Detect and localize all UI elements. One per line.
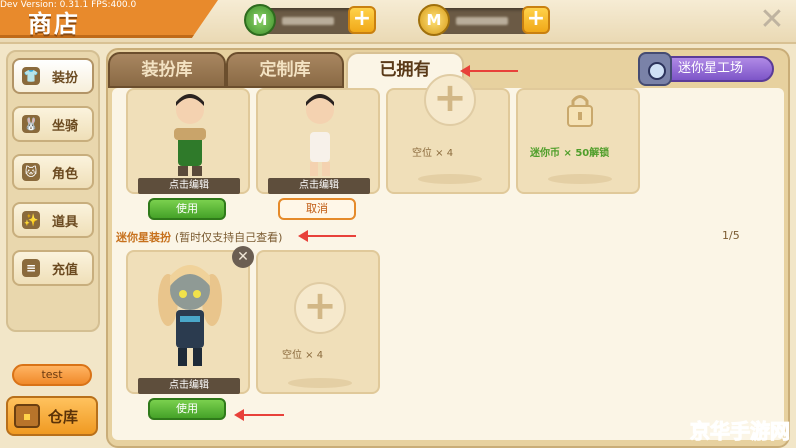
- shirt-icon: 👕: [22, 67, 40, 85]
- warehouse-label: 仓库: [48, 407, 79, 426]
- sidebar-item-props[interactable]: ✨ 道具: [12, 202, 94, 238]
- sidebar-item-label: 坐骑: [52, 118, 79, 134]
- workshop-label: 迷你星工场: [678, 61, 744, 76]
- empty-slot-card[interactable]: + 空位 × 4: [256, 250, 380, 394]
- character-icon: 🐱: [22, 163, 40, 181]
- section-title-text: 迷你星装扮: [116, 231, 171, 244]
- sidebar-item-label: 装扮: [52, 70, 79, 86]
- slot-shadow: [288, 378, 352, 388]
- chest-icon: [14, 404, 40, 428]
- tab-custom-library[interactable]: 定制库: [226, 52, 344, 88]
- empty-slot-label: 空位 × 4: [412, 148, 454, 159]
- edit-label: 点击编辑: [268, 178, 370, 194]
- empty-slot-label: 空位 × 4: [282, 350, 324, 361]
- use-button[interactable]: 使用: [148, 198, 226, 220]
- avatar: [174, 94, 206, 176]
- watermark: 京华手游网: [690, 419, 791, 444]
- item-icon: ✨: [22, 211, 40, 229]
- annotation-arrow: [234, 409, 284, 421]
- page-indicator: 1/5: [722, 229, 740, 242]
- add-gold-currency-button[interactable]: +: [522, 6, 550, 34]
- cancel-button[interactable]: 取消: [278, 198, 356, 220]
- gold-coin-icon: M: [418, 4, 450, 36]
- dev-info: Dev Version: 0.31.1 FPS:400.0: [0, 0, 137, 10]
- warehouse-button[interactable]: 仓库: [6, 396, 98, 436]
- sidebar-item-character[interactable]: 🐱 角色: [12, 154, 94, 190]
- sidebar-item-label: 角色: [52, 166, 79, 182]
- outfit-card[interactable]: 点击编辑: [126, 88, 250, 194]
- section-subtitle: (暂时仅支持自己查看): [174, 231, 283, 244]
- empty-slot-card[interactable]: + 空位 × 4: [386, 74, 510, 194]
- gold-currency: M +: [418, 4, 550, 36]
- annotation-arrow: [298, 230, 356, 242]
- tab-outfit-library[interactable]: 装扮库: [108, 52, 226, 88]
- close-icon[interactable]: ✕: [758, 5, 786, 35]
- sidebar-item-label: 道具: [52, 214, 79, 230]
- workshop-button[interactable]: 迷你星工场: [638, 52, 774, 86]
- mount-icon: 🐰: [22, 115, 40, 133]
- gold-currency-amount: [456, 17, 508, 25]
- slot-shadow: [548, 174, 612, 184]
- recharge-icon: ≡: [22, 259, 40, 277]
- camera-icon: [638, 52, 672, 86]
- close-icon[interactable]: ✕: [232, 246, 254, 268]
- sidebar-item-mount[interactable]: 🐰 坐骑: [12, 106, 94, 142]
- lock-icon: [567, 95, 593, 127]
- avatar: [158, 265, 222, 366]
- annotation-arrow: [460, 65, 518, 77]
- edit-label: 点击编辑: [138, 378, 240, 394]
- slot-shadow: [418, 174, 482, 184]
- use-button[interactable]: 使用: [148, 398, 226, 420]
- plus-icon: +: [294, 282, 346, 334]
- avatar: [306, 94, 334, 176]
- test-button[interactable]: test: [12, 364, 92, 386]
- green-currency-amount: [282, 17, 334, 25]
- unlock-label: 迷你币 × 50解锁: [530, 148, 610, 159]
- mini-star-outfit-card[interactable]: 点击编辑: [126, 250, 250, 394]
- locked-slot-card[interactable]: 迷你币 × 50解锁: [516, 88, 640, 194]
- sidebar-item-outfit[interactable]: 👕 装扮: [12, 58, 94, 94]
- plus-icon: +: [424, 74, 476, 126]
- sidebar: 👕 装扮 🐰 坐骑 🐱 角色 ✨ 道具 ≡ 充值: [6, 50, 100, 332]
- add-green-currency-button[interactable]: +: [348, 6, 376, 34]
- sidebar-item-recharge[interactable]: ≡ 充值: [12, 250, 94, 286]
- edit-label: 点击编辑: [138, 178, 240, 194]
- sidebar-item-label: 充值: [52, 262, 79, 278]
- section-title: 迷你星装扮 (暂时仅支持自己查看): [116, 229, 282, 245]
- green-coin-icon: M: [244, 4, 276, 36]
- outfit-card[interactable]: 点击编辑: [256, 88, 380, 194]
- green-currency: M +: [244, 4, 376, 36]
